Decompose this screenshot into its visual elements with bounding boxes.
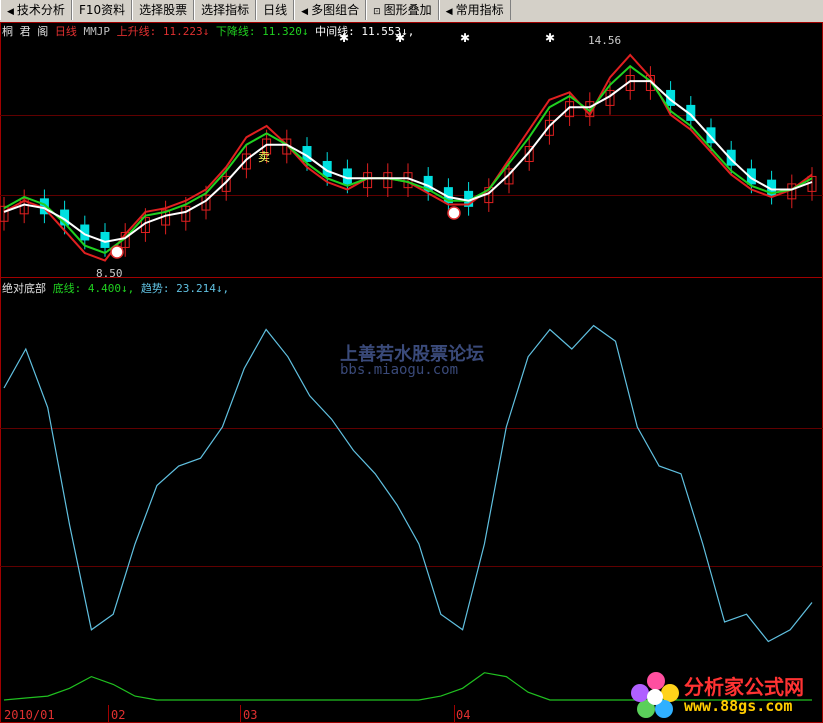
buy-signal-smiley-icon xyxy=(447,206,461,220)
date-label-4: 04 xyxy=(456,708,471,722)
sub-pane-title: 绝对底部 底线: 4.400↓, 趋势: 23.214↓, xyxy=(2,280,229,296)
trend-label: 趋势: xyxy=(140,282,170,295)
main-pane-title: 桐 君 阁 日线 MMJP 上升线: 11.223↓ 下降线: 11.320↓ … xyxy=(2,23,414,39)
date-label-3: 03 xyxy=(243,708,258,722)
trend-value: 23.214↓, xyxy=(176,282,230,295)
logo-url: www.88gs.com xyxy=(684,697,793,715)
watermark-url: bbs.miaogu.com xyxy=(340,362,459,378)
date-label-1: 2010/01 xyxy=(4,708,55,722)
buy-signal-smiley-icon xyxy=(110,245,124,259)
period-label: 日线 xyxy=(54,25,77,38)
site-logo: 分析家公式网 www.88gs.com xyxy=(628,667,823,723)
up-line-label: 上升线: xyxy=(116,25,157,38)
bottom-line-value: 4.400↓, xyxy=(87,282,135,295)
bottom-line-label: 底线: xyxy=(52,282,82,295)
stock-name: 桐 君 阁 xyxy=(2,25,49,38)
sell-signal-label: 卖 xyxy=(258,150,271,164)
up-line-value: 11.223↓ xyxy=(162,25,210,38)
flower-logo-icon xyxy=(631,672,679,718)
date-label-2: 02 xyxy=(111,708,126,722)
indicator-name: MMJP xyxy=(83,25,111,38)
low-price-label: 8.50 xyxy=(96,267,123,280)
high-price-label: 14.56 xyxy=(588,34,622,47)
star-marker-icon: ✱ xyxy=(545,31,555,45)
star-marker-icon: ✱ xyxy=(460,31,470,45)
down-line-label: 下降线: xyxy=(215,25,256,38)
logo-title: 分析家公式网 xyxy=(684,675,804,699)
mid-line-value: 11.553↓, xyxy=(361,25,415,38)
sub-indicator-name: 绝对底部 xyxy=(2,282,46,295)
down-line-value: 11.320↓ xyxy=(262,25,309,38)
mid-line-label: 中间线: xyxy=(315,25,355,38)
